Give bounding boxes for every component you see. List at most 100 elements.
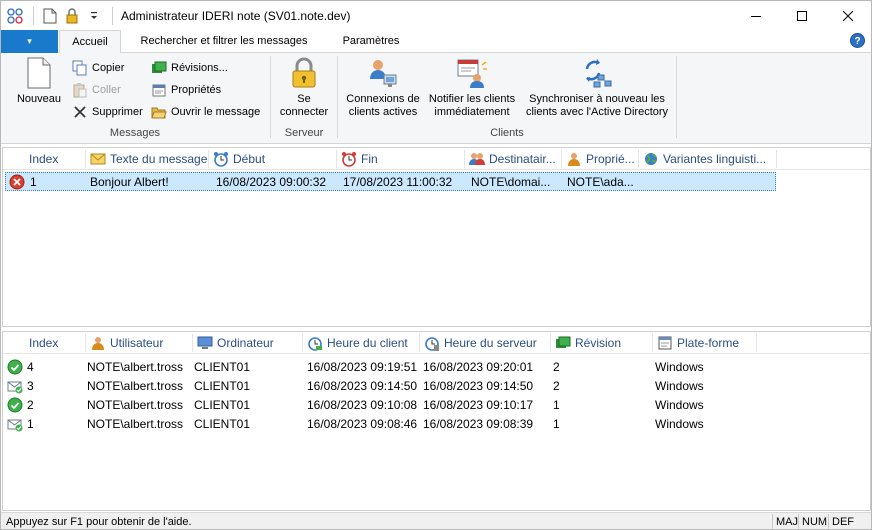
connect-label-line2: connecter (279, 106, 329, 118)
tab-parametres[interactable]: Paramètres (331, 30, 411, 53)
close-button[interactable] (825, 1, 871, 30)
connect-label-line1: Se (297, 93, 311, 105)
qat-separator (112, 6, 113, 25)
tab-accueil[interactable]: Accueil (59, 30, 121, 54)
message-recipients: NOTE\domai... (471, 175, 551, 189)
receipt-server-time: 16/08/2023 09:10:17 (423, 398, 534, 412)
globe-icon (643, 151, 659, 167)
message-end: 17/08/2023 11:00:32 (343, 175, 453, 189)
receipt-server-time: 16/08/2023 09:08:39 (423, 417, 534, 431)
column-header-index[interactable]: Index (25, 332, 85, 354)
receipt-row[interactable]: 1 NOTE\albert.tross CLIENT01 16/08/2023 09:… (3, 415, 870, 434)
status-text: Appuyez sur F1 pour obtenir de l'aide. (6, 516, 192, 528)
message-text: Bonjour Albert! (90, 175, 169, 189)
receipt-revision: 1 (553, 398, 560, 412)
receipt-revision: 2 (553, 379, 560, 393)
revisions-icon (555, 335, 571, 351)
active-connections-label-line1: Connexions de (346, 93, 420, 105)
clock-end-icon (341, 151, 357, 167)
qat-dropdown-icon[interactable] (84, 6, 104, 26)
column-header-message-text[interactable]: Texte du message (86, 148, 208, 170)
message-start: 16/08/2023 09:00:32 (216, 175, 327, 189)
receipt-row[interactable]: 4 NOTE\albert.tross CLIENT01 16/08/2023 09:… (3, 358, 870, 377)
paste-button[interactable]: Coller (72, 80, 121, 100)
tab-rechercher-filtrer[interactable]: Rechercher et filtrer les messages (129, 30, 319, 53)
column-divider (756, 334, 757, 352)
receipt-user: NOTE\albert.tross (87, 417, 184, 431)
receipt-computer: CLIENT01 (194, 417, 251, 431)
receipt-row[interactable]: 3 NOTE\albert.tross CLIENT01 16/08/2023 09:… (3, 377, 870, 396)
new-message-button[interactable]: Nouveau (15, 57, 63, 106)
clock-client-icon (307, 335, 323, 351)
receipt-index: 4 (27, 360, 34, 374)
help-button[interactable]: ? (850, 33, 865, 48)
receipt-computer: CLIENT01 (194, 360, 251, 374)
group-separator (676, 56, 677, 138)
connect-button[interactable]: Se connecter (274, 57, 334, 119)
receipt-index: 1 (27, 417, 34, 431)
receipt-row[interactable]: 2 NOTE\albert.tross CLIENT01 16/08/2023 09:… (3, 396, 870, 415)
platform-window-icon (657, 335, 673, 351)
receipt-index: 3 (27, 379, 34, 393)
properties-button[interactable]: Propriétés (151, 80, 221, 100)
envelope-icon (90, 151, 106, 167)
receipt-computer: CLIENT01 (194, 398, 251, 412)
column-header-user[interactable]: Utilisateur (86, 332, 192, 354)
window-controls (733, 1, 871, 30)
notify-clients-button[interactable]: Notifier les clients immédiatement (424, 57, 520, 119)
column-header-language-variants[interactable]: Variantes linguisti... (639, 148, 776, 170)
read-confirmed-icon (7, 359, 23, 375)
message-row[interactable]: 1 Bonjour Albert! 16/08/2023 09:00:32 17… (5, 172, 776, 191)
delete-button[interactable]: Supprimer (72, 102, 143, 122)
active-connections-button[interactable]: Connexions de clients actives (342, 57, 424, 119)
receipt-index: 2 (27, 398, 34, 412)
revisions-button[interactable]: Révisions... (151, 58, 228, 78)
user-icon (90, 335, 106, 351)
copy-label: Copier (92, 62, 125, 74)
column-header-owner[interactable]: Proprié... (562, 148, 638, 170)
column-header-end[interactable]: Fin (337, 148, 464, 170)
paste-label: Coller (92, 84, 121, 96)
receipts-list-header: Index Utilisateur Ordinateur Heure du cl… (3, 332, 870, 354)
receipt-platform: Windows (655, 417, 704, 431)
ribbon: Nouveau Copier Coller Supprimer Révision… (1, 53, 871, 144)
sync-active-directory-button[interactable]: Synchroniser à nouveau les clients avec … (522, 57, 672, 119)
lock-icon[interactable] (62, 6, 82, 26)
message-owner: NOTE\ada... (567, 175, 634, 189)
column-header-client-time[interactable]: Heure du client (303, 332, 419, 354)
notify-clients-label-line2: immédiatement (434, 106, 510, 118)
group-messages-label: Messages (109, 127, 161, 139)
column-header-start[interactable]: Début (209, 148, 336, 170)
revisions-icon (151, 60, 167, 76)
new-message-label: Nouveau (16, 93, 62, 105)
app-menu-button[interactable]: ▾ (1, 30, 58, 53)
new-document-icon[interactable] (40, 6, 60, 26)
active-connections-label-line2: clients actives (348, 106, 418, 118)
messages-list[interactable]: Index Texte du message Début Fin Destina… (2, 147, 871, 327)
paste-icon (72, 82, 88, 98)
message-index: 1 (30, 175, 37, 189)
folder-open-icon (151, 104, 167, 120)
receipts-list[interactable]: Index Utilisateur Ordinateur Heure du cl… (2, 331, 871, 511)
receipt-client-time: 16/08/2023 09:14:50 (307, 379, 418, 393)
column-header-revision[interactable]: Révision (551, 332, 652, 354)
copy-button[interactable]: Copier (72, 58, 124, 78)
users-icon (469, 151, 485, 167)
expired-error-icon (9, 174, 25, 190)
column-header-server-time[interactable]: Heure du serveur (420, 332, 550, 354)
app-logo-icon[interactable] (5, 6, 25, 26)
notify-message-icon (456, 57, 488, 89)
minimize-button[interactable] (733, 1, 779, 30)
receipt-platform: Windows (655, 379, 704, 393)
column-header-index[interactable]: Index (25, 148, 85, 170)
column-header-computer[interactable]: Ordinateur (193, 332, 302, 354)
group-serveur: Se connecter Serveur (271, 53, 337, 142)
notify-clients-label-line1: Notifier les clients (428, 93, 516, 105)
open-message-button[interactable]: Ouvrir le message (151, 102, 260, 122)
read-confirmed-icon (7, 397, 23, 413)
qat-separator (33, 6, 34, 25)
column-header-recipients[interactable]: Destinatair... (465, 148, 561, 170)
column-header-platform[interactable]: Plate-forme (653, 332, 756, 354)
properties-icon (151, 82, 167, 98)
maximize-button[interactable] (779, 1, 825, 30)
